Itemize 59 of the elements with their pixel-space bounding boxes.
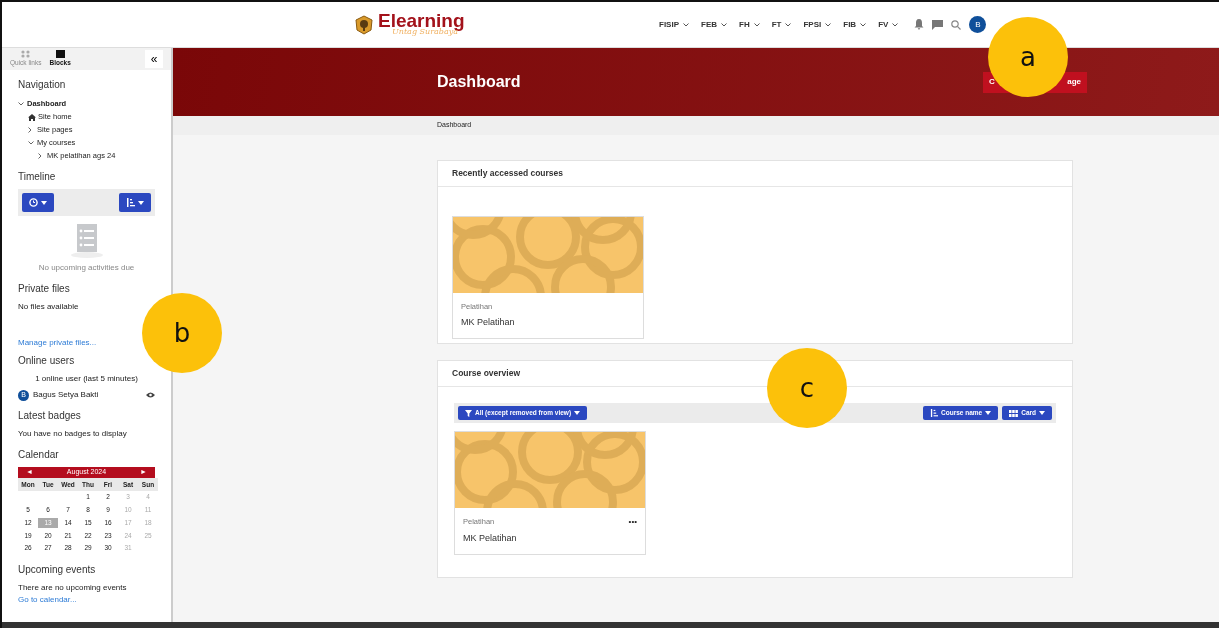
timeline-sort-dropdown[interactable] bbox=[119, 193, 151, 212]
nav-menu-link[interactable]: FH bbox=[739, 18, 760, 31]
block-title: Latest badges bbox=[18, 409, 82, 423]
close-drawer-button[interactable]: « bbox=[145, 50, 163, 68]
grid-icon bbox=[1009, 409, 1019, 417]
chevron-icon bbox=[860, 22, 867, 27]
block-title: Timeline bbox=[18, 170, 57, 184]
chat-icon[interactable] bbox=[932, 19, 944, 30]
chevron-icon bbox=[825, 22, 832, 27]
calendar-link[interactable]: Go to calendar... bbox=[18, 594, 77, 604]
page-title: Dashboard bbox=[437, 72, 521, 92]
caret-icon bbox=[574, 411, 581, 415]
empty-message: No upcoming activities due bbox=[37, 262, 136, 274]
nav-menu-link[interactable]: FPSI bbox=[803, 18, 832, 31]
block-title: Online users bbox=[18, 354, 76, 368]
search-icon[interactable] bbox=[951, 19, 962, 30]
user-name[interactable]: Bagus Setya Bakti bbox=[33, 389, 99, 401]
nav-menu-link[interactable]: FT bbox=[771, 18, 792, 31]
sort-icon bbox=[126, 198, 135, 207]
chevron-icon bbox=[785, 22, 792, 27]
chevron-icon bbox=[892, 22, 899, 27]
caret-icon bbox=[138, 200, 144, 205]
more-options-button[interactable]: ••• bbox=[628, 516, 637, 528]
block-title: Navigation bbox=[18, 78, 67, 92]
brand-name[interactable]: Elearning bbox=[378, 11, 465, 30]
chevron-icon bbox=[753, 22, 760, 27]
empty-message: No files available bbox=[18, 301, 80, 313]
block-title: Calendar bbox=[18, 448, 60, 462]
course-name[interactable]: MK Pelatihan bbox=[461, 316, 635, 330]
filter-icon bbox=[465, 409, 472, 417]
chevron-icon bbox=[683, 22, 689, 27]
clock-icon bbox=[29, 198, 38, 207]
caret-icon bbox=[985, 411, 992, 415]
callout-tooltip: b bbox=[142, 293, 222, 373]
caret-icon bbox=[41, 200, 47, 205]
sort-icon bbox=[930, 409, 938, 417]
logo-icon bbox=[354, 14, 374, 35]
online-summary: 1 online user (last 5 minutes) bbox=[35, 374, 138, 383]
timeline-filter-dropdown[interactable] bbox=[22, 193, 54, 212]
grid-icon bbox=[21, 50, 31, 59]
manage-files-link[interactable]: Manage private files... bbox=[18, 338, 97, 347]
bell-icon[interactable] bbox=[914, 19, 925, 30]
nav-menu-link[interactable]: FISIP bbox=[659, 18, 689, 31]
empty-message: You have no badges to display bbox=[18, 428, 128, 440]
course-name[interactable]: MK Pelatihan bbox=[463, 532, 637, 546]
square-icon bbox=[55, 50, 65, 59]
nav-menu-link[interactable]: FV bbox=[878, 18, 899, 31]
user-avatar[interactable]: B bbox=[969, 16, 987, 33]
block-title: Upcoming events bbox=[18, 562, 97, 577]
block-title: Private files bbox=[18, 282, 71, 296]
chevron-icon bbox=[721, 22, 727, 27]
nav-menu-link[interactable]: FEB bbox=[701, 18, 727, 31]
eye-icon[interactable] bbox=[146, 392, 155, 398]
card-title: Course overview bbox=[452, 367, 521, 380]
caret-icon bbox=[1039, 411, 1045, 415]
card-title: Recently accessed courses bbox=[452, 167, 564, 180]
empty-message: There are no upcoming events bbox=[18, 581, 128, 594]
home-icon bbox=[28, 113, 36, 121]
nav-menu-link[interactable]: FIB bbox=[843, 18, 867, 31]
